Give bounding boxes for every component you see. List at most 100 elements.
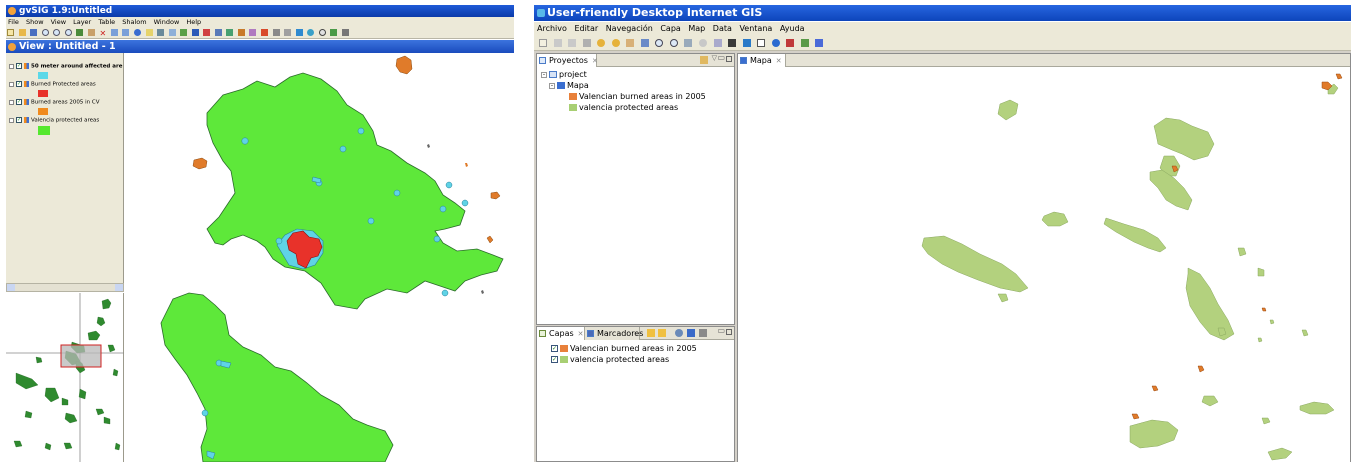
scroll-right-arrow-icon[interactable] <box>115 284 123 291</box>
toc-layer-protected[interactable]: ✓ Valencia protected areas <box>9 117 99 124</box>
close-icon[interactable]: ✕ <box>776 57 782 65</box>
zoom-out-icon[interactable] <box>669 39 678 47</box>
layer-checkbox[interactable]: ✓ <box>16 99 22 105</box>
point-icon[interactable] <box>203 29 211 36</box>
expand-icon[interactable] <box>9 99 14 105</box>
toc-scrollbar[interactable] <box>6 283 124 292</box>
tab-proyectos[interactable]: Proyectos ✕ <box>537 54 598 67</box>
minimize-icon[interactable]: ▭ <box>717 53 725 62</box>
zoom-layer-icon[interactable] <box>76 29 84 36</box>
new-icon[interactable] <box>7 29 14 36</box>
minimize-icon[interactable]: ▭ <box>717 326 725 335</box>
menu-editar[interactable]: Editar <box>574 24 598 33</box>
tab-capas[interactable]: Capas ✕ <box>537 327 585 340</box>
pan-icon[interactable] <box>87 29 95 36</box>
locator-map[interactable] <box>6 293 124 462</box>
close-icon[interactable]: ✕ <box>592 57 598 65</box>
filter-icon[interactable] <box>261 29 269 36</box>
polygon-icon[interactable] <box>226 29 234 36</box>
zoom-in-icon[interactable] <box>41 29 49 36</box>
new-icon[interactable] <box>539 39 547 47</box>
layer-icon[interactable] <box>180 29 188 36</box>
info-icon[interactable] <box>771 39 780 47</box>
menu-shalom[interactable]: Shalom <box>122 18 146 26</box>
menu-view[interactable]: View <box>51 18 66 26</box>
print-icon[interactable] <box>284 29 292 36</box>
measure-icon[interactable] <box>786 39 795 47</box>
toc-layer-buffer[interactable]: ✓ 50 meter around affected are <box>9 63 122 70</box>
collapse-icon[interactable]: - <box>541 71 547 78</box>
snap-icon[interactable] <box>249 29 257 36</box>
menu-archivo[interactable]: Archivo <box>537 24 567 33</box>
tree-project[interactable]: - project <box>541 70 587 79</box>
print-icon[interactable] <box>582 39 591 47</box>
save-icon[interactable] <box>553 39 562 47</box>
menu-data[interactable]: Data <box>713 24 732 33</box>
move-icon[interactable] <box>742 39 751 47</box>
gvsig-title-bar[interactable]: gvSIG 1.9:Untitled <box>6 5 514 17</box>
layer-checkbox[interactable]: ✓ <box>16 81 22 87</box>
search-icon[interactable] <box>318 29 326 36</box>
save-all-icon[interactable] <box>568 39 577 47</box>
open-icon[interactable] <box>18 29 26 36</box>
zoom-out-icon[interactable] <box>53 29 61 36</box>
menu-help[interactable]: Help <box>186 18 201 26</box>
select-icon[interactable] <box>145 29 153 36</box>
tree-layer-protected[interactable]: valencia protected areas <box>569 103 678 112</box>
menu-file[interactable]: File <box>8 18 19 26</box>
zoom-in-icon[interactable] <box>655 39 664 47</box>
edit-icon[interactable] <box>713 39 722 47</box>
draw-icon[interactable] <box>815 39 824 47</box>
scroll-left-arrow-icon[interactable] <box>7 284 15 291</box>
menu-ayuda[interactable]: Ayuda <box>780 24 805 33</box>
chart-icon[interactable] <box>295 29 303 36</box>
tree-map[interactable]: - Mapa <box>549 81 589 90</box>
expand-icon[interactable] <box>9 117 14 123</box>
expand-icon[interactable] <box>9 81 14 87</box>
layer-row-burned[interactable]: ✓ Valencian burned areas in 2005 <box>551 344 697 353</box>
menu-ventana[interactable]: Ventana <box>739 24 772 33</box>
layer-visibility-checkbox[interactable]: ✓ <box>551 356 558 363</box>
layer-visibility-checkbox[interactable]: ✓ <box>551 345 558 352</box>
info-icon[interactable] <box>134 29 142 36</box>
view-menu-icon[interactable]: ▽ <box>712 54 717 62</box>
move-up-icon[interactable] <box>647 329 655 337</box>
delete-icon[interactable]: ✕ <box>99 30 107 38</box>
save-icon[interactable] <box>30 29 38 36</box>
pan-icon[interactable] <box>626 39 635 47</box>
globe-icon[interactable] <box>307 29 315 36</box>
menu-navegacion[interactable]: Navegación <box>606 24 653 33</box>
menu-layer[interactable]: Layer <box>73 18 91 26</box>
line-icon[interactable] <box>214 29 222 36</box>
select-icon[interactable] <box>728 39 737 47</box>
maximize-icon[interactable] <box>726 329 732 335</box>
menu-capa[interactable]: Capa <box>660 24 680 33</box>
stop-icon[interactable] <box>699 39 708 47</box>
udig-map-canvas[interactable] <box>738 68 1350 462</box>
properties-icon[interactable] <box>675 329 683 337</box>
udig-title-bar[interactable]: User-friendly Desktop Internet GIS <box>534 5 1351 21</box>
measure-icon[interactable] <box>157 29 165 36</box>
layer-row-protected[interactable]: ✓ valencia protected areas <box>551 355 669 364</box>
tab-marcadores[interactable]: Marcadores <box>585 327 643 340</box>
forward-icon[interactable] <box>611 39 620 47</box>
create-feature-icon[interactable] <box>800 39 809 47</box>
arrow-icon[interactable] <box>191 29 199 36</box>
maximize-icon[interactable] <box>726 56 732 62</box>
edit-icon[interactable] <box>237 29 245 36</box>
menu-window[interactable]: Window <box>154 18 180 26</box>
back-icon[interactable] <box>597 39 606 47</box>
menu-table[interactable]: Table <box>98 18 115 26</box>
undo-icon[interactable] <box>110 29 118 36</box>
expand-icon[interactable] <box>9 63 14 69</box>
move-down-icon[interactable] <box>658 329 666 337</box>
tree-layer-burned[interactable]: Valencian burned areas in 2005 <box>569 92 706 101</box>
menu-map[interactable]: Map <box>688 24 705 33</box>
style-icon[interactable] <box>687 329 695 337</box>
tab-mapa[interactable]: Mapa ✕ <box>738 54 786 67</box>
zoom-all-icon[interactable] <box>64 29 72 36</box>
close-icon[interactable]: ✕ <box>578 330 584 338</box>
zoom-extent-icon[interactable] <box>640 39 649 47</box>
layer-checkbox[interactable]: ✓ <box>16 117 22 123</box>
view-title-bar[interactable]: View : Untitled - 1 <box>6 40 514 53</box>
